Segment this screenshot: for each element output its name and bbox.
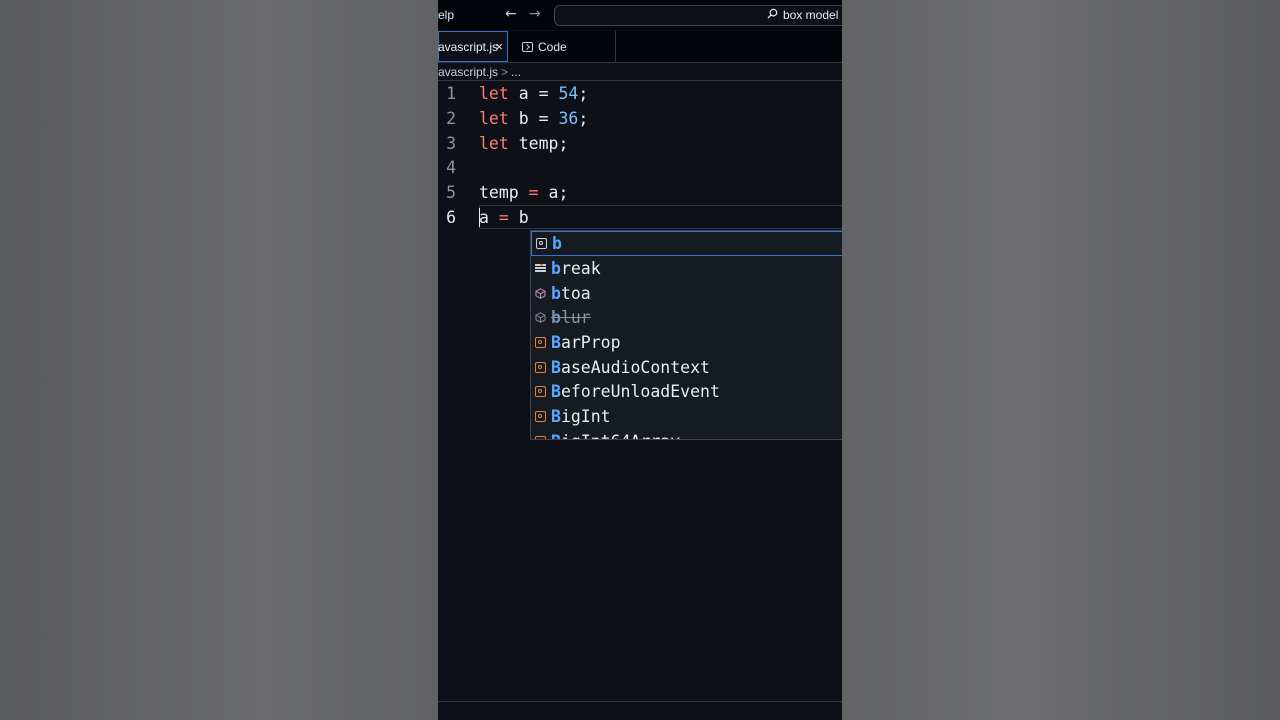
suggestion-item[interactable]: btoa (531, 281, 842, 306)
variable-icon (535, 385, 546, 397)
search-icon (767, 8, 778, 19)
arrow-left-icon[interactable]: ← (505, 6, 517, 22)
suggestion-item[interactable]: BigInt64Array (531, 429, 842, 439)
line-number: 2 (446, 109, 456, 128)
suggestion-label: BaseAudioContext (551, 357, 710, 377)
background-left (0, 0, 438, 720)
code-line: 3 let temp; (438, 131, 842, 156)
search-text: box model in (783, 8, 842, 22)
suggestion-item[interactable]: BeforeUnloadEvent (531, 379, 842, 404)
title-bar: elp ← → box model in (438, 0, 842, 30)
suggestion-label: break (551, 258, 601, 278)
method-icon (535, 288, 546, 299)
suggestion-label: b (552, 233, 562, 253)
background-right (842, 0, 1280, 720)
tab-code[interactable]: Code (512, 31, 616, 62)
text-cursor (479, 208, 480, 227)
chevron-right-icon: > (501, 65, 509, 79)
line-number: 4 (446, 158, 456, 177)
variable-icon (535, 336, 546, 348)
variable-icon (535, 361, 546, 373)
divider (438, 701, 842, 702)
suggestion-item[interactable]: BarProp (531, 330, 842, 355)
breadcrumb-more[interactable]: ... (511, 65, 521, 79)
suggestion-label: BeforeUnloadEvent (551, 381, 720, 401)
line-content: let a = 54; (479, 84, 589, 103)
menu-help[interactable]: elp (438, 8, 454, 22)
command-center-search[interactable]: box model in (554, 5, 842, 26)
suggestion-label: btoa (551, 283, 591, 303)
line-number: 5 (446, 183, 456, 202)
breadcrumb-file[interactable]: avascript.js (438, 65, 498, 79)
code-line: 2 let b = 36; (438, 106, 842, 131)
suggestion-item[interactable]: BaseAudioContext (531, 355, 842, 380)
variable-icon (535, 435, 546, 439)
close-icon[interactable]: × (495, 39, 503, 54)
suggestion-label: BigInt (551, 406, 611, 426)
code-line-current: 6 a = b (438, 205, 842, 230)
code-line: 5 temp = a; (438, 180, 842, 205)
tab-bar: avascript.js × Code (438, 31, 842, 63)
code-line: 1 let a = 54; (438, 81, 842, 106)
suggestion-item[interactable]: BigInt (531, 404, 842, 429)
variable-icon (535, 410, 546, 422)
line-content: let temp; (479, 134, 569, 153)
tab-label: avascript.js (438, 39, 499, 54)
suggestion-label: BigInt64Array (551, 432, 680, 439)
autocomplete-popup[interactable]: b break btoa blur BarProp BaseAudioConte… (530, 230, 842, 440)
code-line: 4 (438, 155, 842, 180)
suggestion-label: BarProp (551, 332, 621, 352)
arrow-right-icon[interactable]: → (529, 6, 541, 22)
line-number: 3 (446, 134, 456, 153)
tab-label: Code (538, 39, 567, 54)
line-content: let b = 36; (479, 109, 589, 128)
line-content: a = b (479, 208, 529, 227)
line-content: temp = a; (479, 183, 569, 202)
breadcrumb: avascript.js > ... (438, 63, 521, 81)
suggestion-label: blur (551, 307, 591, 327)
line-number: 6 (446, 208, 456, 227)
suggestion-item[interactable]: b (531, 231, 842, 256)
variable-icon (536, 237, 547, 249)
code-editor-window: elp ← → box model in avascript.js × Code… (438, 0, 842, 720)
suggestion-item[interactable]: blur (531, 305, 842, 330)
terminal-icon (522, 41, 533, 52)
method-icon (535, 312, 546, 323)
keyword-icon (535, 263, 546, 274)
suggestion-item[interactable]: break (531, 256, 842, 281)
tab-javascript-file[interactable]: avascript.js × (438, 31, 508, 62)
line-number: 1 (446, 84, 456, 103)
